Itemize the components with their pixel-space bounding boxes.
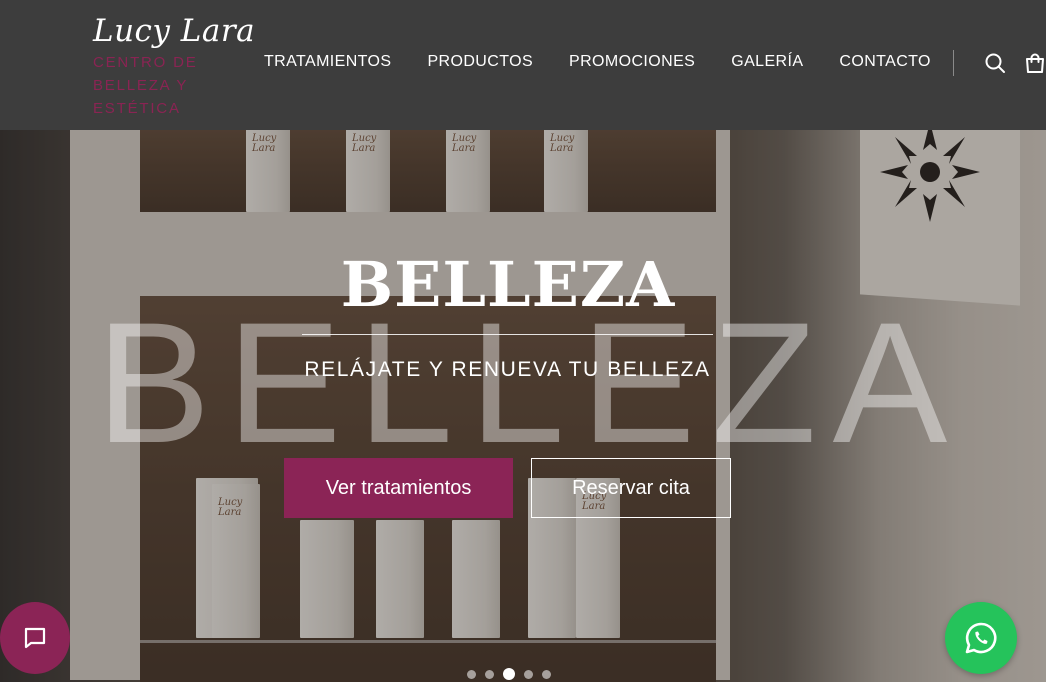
carousel-dots bbox=[467, 668, 560, 680]
carousel-dot-1[interactable] bbox=[467, 669, 476, 679]
cart-icon[interactable] bbox=[1024, 52, 1046, 74]
hero-title: BELLEZA bbox=[340, 248, 676, 321]
whatsapp-icon bbox=[965, 622, 997, 654]
book-appointment-button[interactable]: Reservar cita bbox=[531, 458, 731, 518]
nav-item-productos[interactable]: PRODUCTOS bbox=[427, 52, 533, 72]
search-icon[interactable] bbox=[984, 52, 1006, 74]
main-nav: TRATAMIENTOS PRODUCTOS PROMOCIONES GALER… bbox=[264, 52, 967, 72]
view-treatments-button[interactable]: Ver tratamientos bbox=[284, 458, 513, 518]
site-header: Lucy Lara CENTRO DE BELLEZA Y ESTÉTICA T… bbox=[0, 0, 1046, 130]
logo-tagline: CENTRO DE BELLEZA Y ESTÉTICA bbox=[93, 54, 198, 117]
carousel-dot-3[interactable] bbox=[503, 668, 515, 680]
logo-name: Lucy Lara bbox=[93, 13, 256, 49]
hero-background-word: BELLEZA bbox=[96, 287, 964, 479]
logo[interactable]: Lucy Lara CENTRO DE BELLEZA Y ESTÉTICA bbox=[93, 12, 255, 120]
nav-item-galeria[interactable]: GALERÍA bbox=[731, 52, 803, 72]
nav-divider bbox=[953, 50, 954, 76]
chat-button[interactable] bbox=[0, 602, 70, 674]
whatsapp-button[interactable] bbox=[945, 602, 1017, 674]
carousel-dot-2[interactable] bbox=[485, 669, 494, 679]
nav-item-contacto[interactable]: CONTACTO bbox=[839, 52, 931, 72]
nav-item-tratamientos[interactable]: TRATAMIENTOS bbox=[264, 52, 391, 72]
chat-icon bbox=[24, 627, 46, 649]
carousel-dot-4[interactable] bbox=[524, 669, 533, 679]
carousel-dot-5[interactable] bbox=[542, 669, 551, 679]
nav-item-promociones[interactable]: PROMOCIONES bbox=[569, 52, 695, 72]
hero-subtitle: RELÁJATE Y RENUEVA TU BELLEZA bbox=[304, 358, 711, 381]
hero-divider bbox=[302, 334, 713, 335]
